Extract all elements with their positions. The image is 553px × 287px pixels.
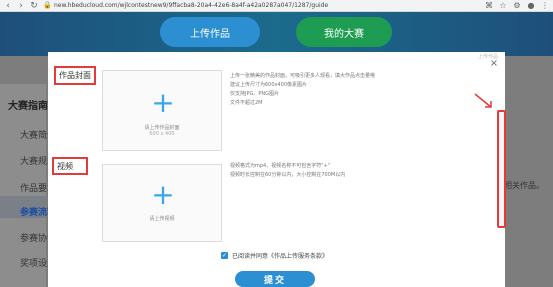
cover-desc-line: 文件不超过2M	[230, 100, 263, 106]
video-desc-line: 视频格式为mp4、视频名称不可包含字符"+"	[230, 163, 331, 169]
cover-description: 上传一张精美的作品封面，可吸引更多人观看，填大作品点击量哦 建议上传尺寸为600…	[230, 72, 375, 108]
cover-desc-line: 建议上传尺寸为600x400像素图片	[230, 82, 308, 88]
cover-upload-box[interactable]: + 请上传作品封面 600 x 400	[102, 70, 222, 151]
menu-icon[interactable]: ⋮	[541, 1, 549, 10]
close-icon[interactable]: ×	[489, 58, 499, 69]
video-upload-box[interactable]: + 请上传视频	[102, 164, 222, 242]
sidebar-title: 大赛指南	[8, 101, 48, 112]
address-bar[interactable]: new.hbeducloud.com/wjlcontestnew9/9ffacb…	[54, 2, 480, 9]
video-desc-line: 视频时长控制在60分钟以内，大小控制在700M以内	[230, 172, 346, 178]
puzzle-icon[interactable]: ⚙	[513, 1, 521, 10]
translate-icon[interactable]: ⌘	[485, 1, 493, 10]
profile-icon[interactable]: ●	[527, 1, 535, 10]
agreement-checkbox[interactable]: ✓	[221, 252, 228, 259]
cover-desc-line: 仅支持JPG、PNG图片	[230, 91, 279, 97]
lock-icon: 🔒	[43, 1, 52, 9]
cover-upload-text: 请上传作品封面	[144, 125, 180, 131]
back-icon[interactable]: ‹	[4, 1, 12, 11]
video-section-label: 视频	[52, 157, 88, 175]
cover-size-text: 600 x 400	[149, 131, 175, 137]
video-description: 视频格式为mp4、视频名称不可包含字符"+" 视频时长控制在60分钟以内，大小控…	[230, 162, 345, 180]
background-text: 相关作品。	[504, 181, 544, 190]
submit-button[interactable]: 提交	[235, 271, 315, 287]
red-arrow-annotation	[474, 93, 492, 108]
upload-modal: 上传作品 × 作品封面 + 请上传作品封面 600 x 400 上传一张精美的作…	[48, 52, 506, 287]
plus-icon: +	[151, 86, 175, 119]
star-icon[interactable]: ☆	[499, 1, 507, 10]
agreement-text[interactable]: 已阅读并同意《作品上传服务条款》	[232, 251, 328, 260]
my-contest-button[interactable]: 我的大赛	[296, 17, 392, 47]
cover-section-label: 作品封面	[54, 66, 96, 85]
modal-scrollbar[interactable]	[497, 110, 506, 228]
cover-desc-line: 上传一张精美的作品封面，可吸引更多人观看，填大作品点击量哦	[230, 73, 376, 79]
browser-actions: ⌘ ☆ ⚙ ● ⋮	[485, 1, 549, 10]
video-upload-text: 请上传视频	[149, 216, 175, 222]
agreement-row[interactable]: ✓ 已阅读并同意《作品上传服务条款》	[221, 251, 328, 260]
plus-icon: +	[151, 178, 175, 211]
browser-toolbar: ‹ › ↻ 🔒 new.hbeducloud.com/wjlcontestnew…	[0, 0, 553, 12]
forward-icon[interactable]: ›	[17, 1, 25, 11]
page-header-band	[0, 12, 553, 56]
upload-work-button[interactable]: 上传作品	[160, 17, 260, 47]
reload-icon[interactable]: ↻	[30, 1, 38, 11]
